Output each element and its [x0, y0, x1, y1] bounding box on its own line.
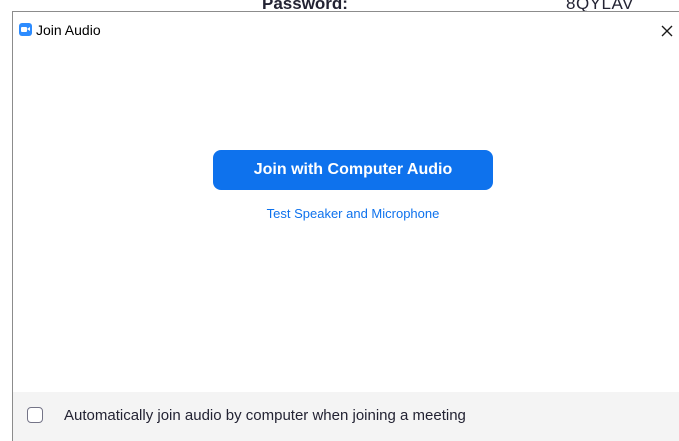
join-audio-dialog: Join Audio Join with Computer Audio Test…	[12, 11, 679, 441]
screen: Password: 8QYLAV Join Audio Join with Co…	[0, 0, 679, 441]
dialog-title: Join Audio	[36, 22, 101, 38]
auto-join-audio-checkbox[interactable]	[27, 407, 43, 423]
dialog-footer: Automatically join audio by computer whe…	[13, 392, 679, 441]
close-icon[interactable]	[657, 20, 679, 42]
auto-join-audio-label[interactable]: Automatically join audio by computer whe…	[64, 407, 466, 424]
join-with-computer-audio-button[interactable]: Join with Computer Audio	[213, 150, 493, 190]
zoom-camera-icon	[19, 23, 32, 36]
test-speaker-microphone-link[interactable]: Test Speaker and Microphone	[213, 206, 493, 221]
dialog-titlebar[interactable]: Join Audio	[13, 12, 679, 42]
